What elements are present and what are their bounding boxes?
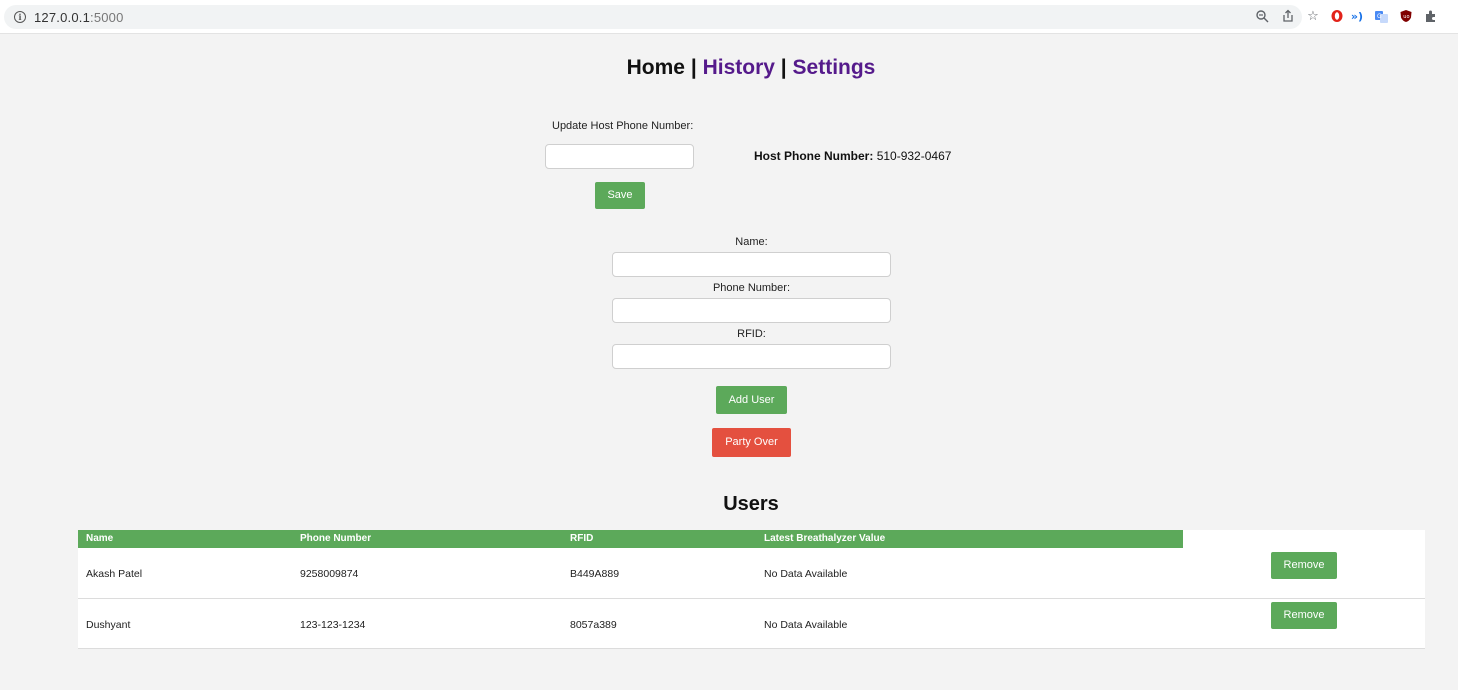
nav-separator: | xyxy=(690,56,697,79)
cell-phone: 9258009874 xyxy=(300,568,359,580)
url-text[interactable]: 127.0.0.1:5000 xyxy=(34,10,124,25)
cell-breathalyzer-value: No Data Available xyxy=(764,619,848,631)
table-row: Dushyant 123-123-1234 8057a389 No Data A… xyxy=(78,599,1425,649)
column-header-breathalyzer: Latest Breathalyzer Value xyxy=(764,533,886,544)
cell-rfid: B449A889 xyxy=(570,568,620,580)
name-input[interactable] xyxy=(612,252,891,277)
column-header-phone: Phone Number xyxy=(300,533,372,544)
reader-icon[interactable]: ») xyxy=(1349,9,1365,25)
party-over-button[interactable]: Party Over xyxy=(712,428,791,457)
host-phone-display-label: Host Phone Number: xyxy=(754,149,874,163)
ublock-icon[interactable]: uo xyxy=(1398,9,1414,25)
table-header: Name Phone Number RFID Latest Breathalyz… xyxy=(78,530,1183,548)
extensions-icon[interactable] xyxy=(1423,9,1439,25)
share-icon[interactable] xyxy=(1280,9,1296,25)
cell-breathalyzer-value: No Data Available xyxy=(764,568,848,580)
url-field[interactable] xyxy=(4,5,1302,29)
info-icon[interactable]: i xyxy=(14,11,26,23)
remove-button[interactable]: Remove xyxy=(1271,552,1337,579)
column-header-rfid: RFID xyxy=(570,533,594,544)
name-label: Name: xyxy=(735,236,768,248)
host-phone-display: Host Phone Number: 510-932-0467 xyxy=(754,149,951,163)
host-phone-input[interactable] xyxy=(545,144,694,169)
add-user-button[interactable]: Add User xyxy=(716,386,787,414)
svg-text:uo: uo xyxy=(1403,14,1409,20)
host-phone-display-value: 510-932-0467 xyxy=(876,149,952,163)
zoom-icon[interactable] xyxy=(1254,9,1270,25)
translate-icon[interactable]: G xyxy=(1373,9,1389,25)
host-phone-label: Update Host Phone Number: xyxy=(552,120,694,132)
cell-name: Dushyant xyxy=(86,619,131,631)
nav-separator: | xyxy=(780,56,787,79)
cell-rfid: 8057a389 xyxy=(570,619,617,631)
cell-name: Akash Patel xyxy=(86,568,143,580)
svg-text:G: G xyxy=(1377,13,1382,20)
browser-address-bar: i 127.0.0.1:5000 ☆ ») G uo xyxy=(0,0,1458,34)
nav-settings-link[interactable]: Settings xyxy=(793,56,876,79)
table-row: Akash Patel 9258009874 B449A889 No Data … xyxy=(78,549,1425,599)
top-nav: Home | History | Settings xyxy=(0,56,1458,80)
cell-phone: 123-123-1234 xyxy=(300,619,366,631)
phone-number-label: Phone Number: xyxy=(712,282,791,294)
users-table: Name Phone Number RFID Latest Breathalyz… xyxy=(78,530,1425,649)
rfid-input[interactable] xyxy=(612,344,891,369)
column-header-name: Name xyxy=(86,533,114,544)
nav-history-link[interactable]: History xyxy=(703,56,775,79)
nav-home: Home xyxy=(626,56,685,79)
users-heading: Users xyxy=(723,493,779,515)
opera-icon[interactable] xyxy=(1329,9,1345,25)
rfid-label: RFID: xyxy=(737,328,766,340)
phone-number-input[interactable] xyxy=(612,298,891,323)
remove-button[interactable]: Remove xyxy=(1271,602,1337,629)
save-button[interactable]: Save xyxy=(595,182,645,209)
bookmark-star-icon[interactable]: ☆ xyxy=(1305,9,1321,25)
